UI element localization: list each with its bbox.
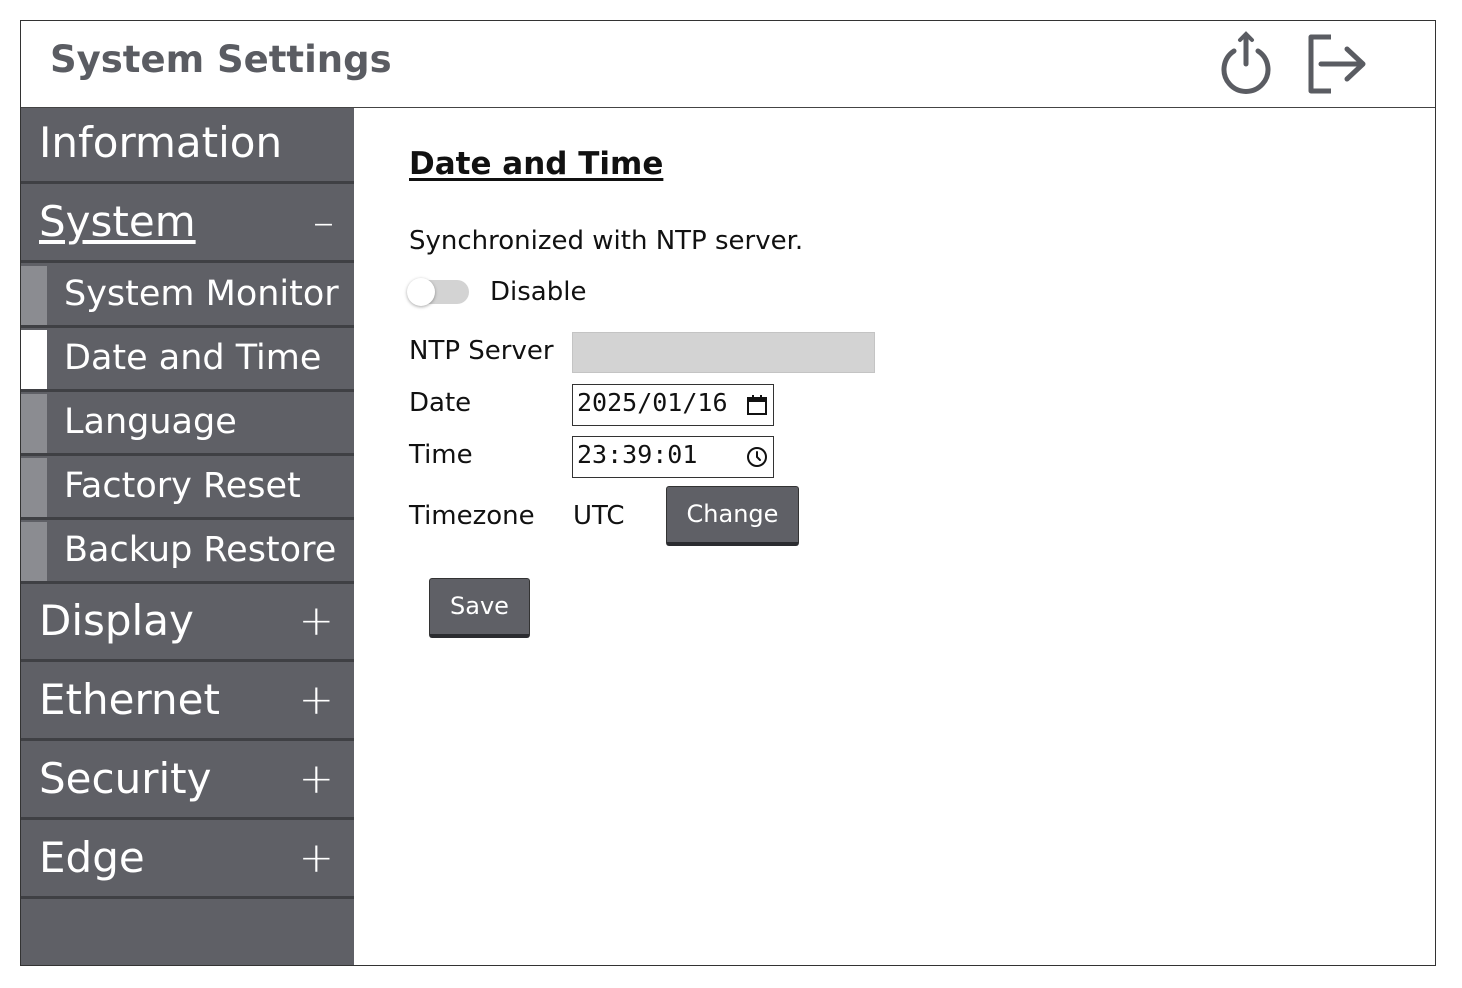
sidebar-subitem-date-and-time[interactable]: Date and Time	[21, 330, 354, 392]
save-button[interactable]: Save	[429, 578, 530, 638]
logout-icon[interactable]	[1303, 31, 1369, 97]
date-value: 2025/01/16	[577, 388, 728, 417]
sidebar-item-label: Ethernet	[39, 675, 220, 724]
ntp-toggle-label: Disable	[490, 277, 587, 307]
time-label: Time	[409, 440, 473, 470]
sync-status-text: Synchronized with NTP server.	[409, 226, 804, 256]
sidebar-subitem-label: Factory Reset	[64, 466, 301, 506]
power-icon[interactable]	[1213, 31, 1279, 97]
sidebar-subitem-label: Language	[64, 402, 237, 442]
sidebar-subitem-backup-restore[interactable]: Backup Restore	[21, 522, 354, 584]
sidebar-item-system[interactable]: System –	[21, 187, 354, 263]
sidebar-item-display[interactable]: Display +	[21, 586, 354, 662]
sidebar-item-label: System	[39, 197, 196, 246]
time-value: 23:39:01	[577, 440, 698, 469]
sidebar-subitem-label: Backup Restore	[64, 530, 337, 570]
expand-icon: +	[298, 675, 334, 724]
sidebar-item-label: Display	[39, 596, 194, 645]
sidebar-item-label: Information	[39, 118, 283, 167]
calendar-icon[interactable]	[745, 393, 769, 417]
app-window: System Settings Information System – Sys…	[20, 20, 1436, 966]
change-timezone-button[interactable]: Change	[666, 486, 799, 546]
expand-icon: +	[298, 833, 334, 882]
ntp-server-input[interactable]	[572, 332, 875, 373]
date-input[interactable]: 2025/01/16	[572, 384, 774, 426]
timezone-label: Timezone	[409, 501, 535, 531]
date-label: Date	[409, 388, 472, 418]
sidebar: Information System – System Monitor Date…	[21, 108, 354, 965]
toggle-knob	[407, 278, 435, 306]
section-title: Date and Time	[409, 146, 664, 182]
sidebar-item-security[interactable]: Security +	[21, 744, 354, 820]
sidebar-item-label: Edge	[39, 833, 145, 882]
sidebar-item-information[interactable]: Information	[21, 108, 354, 184]
ntp-toggle[interactable]	[407, 278, 469, 306]
sidebar-item-edge[interactable]: Edge +	[21, 823, 354, 899]
sidebar-subitem-label: System Monitor	[64, 274, 339, 314]
collapse-icon: –	[313, 197, 334, 246]
sidebar-subitem-label: Date and Time	[64, 338, 322, 378]
header: System Settings	[21, 21, 1435, 108]
expand-icon: +	[298, 596, 334, 645]
sidebar-subitem-system-monitor[interactable]: System Monitor	[21, 266, 354, 328]
clock-icon[interactable]	[745, 445, 769, 469]
main-content: Date and Time Synchronized with NTP serv…	[355, 108, 1435, 965]
timezone-value: UTC	[573, 501, 625, 531]
time-input[interactable]: 23:39:01	[572, 436, 774, 478]
ntp-server-label: NTP Server	[409, 336, 554, 366]
sidebar-subitem-language[interactable]: Language	[21, 394, 354, 456]
sidebar-item-ethernet[interactable]: Ethernet +	[21, 665, 354, 741]
page-title: System Settings	[50, 38, 392, 81]
sidebar-item-label: Security	[39, 754, 212, 803]
sidebar-subitem-factory-reset[interactable]: Factory Reset	[21, 458, 354, 520]
expand-icon: +	[298, 754, 334, 803]
